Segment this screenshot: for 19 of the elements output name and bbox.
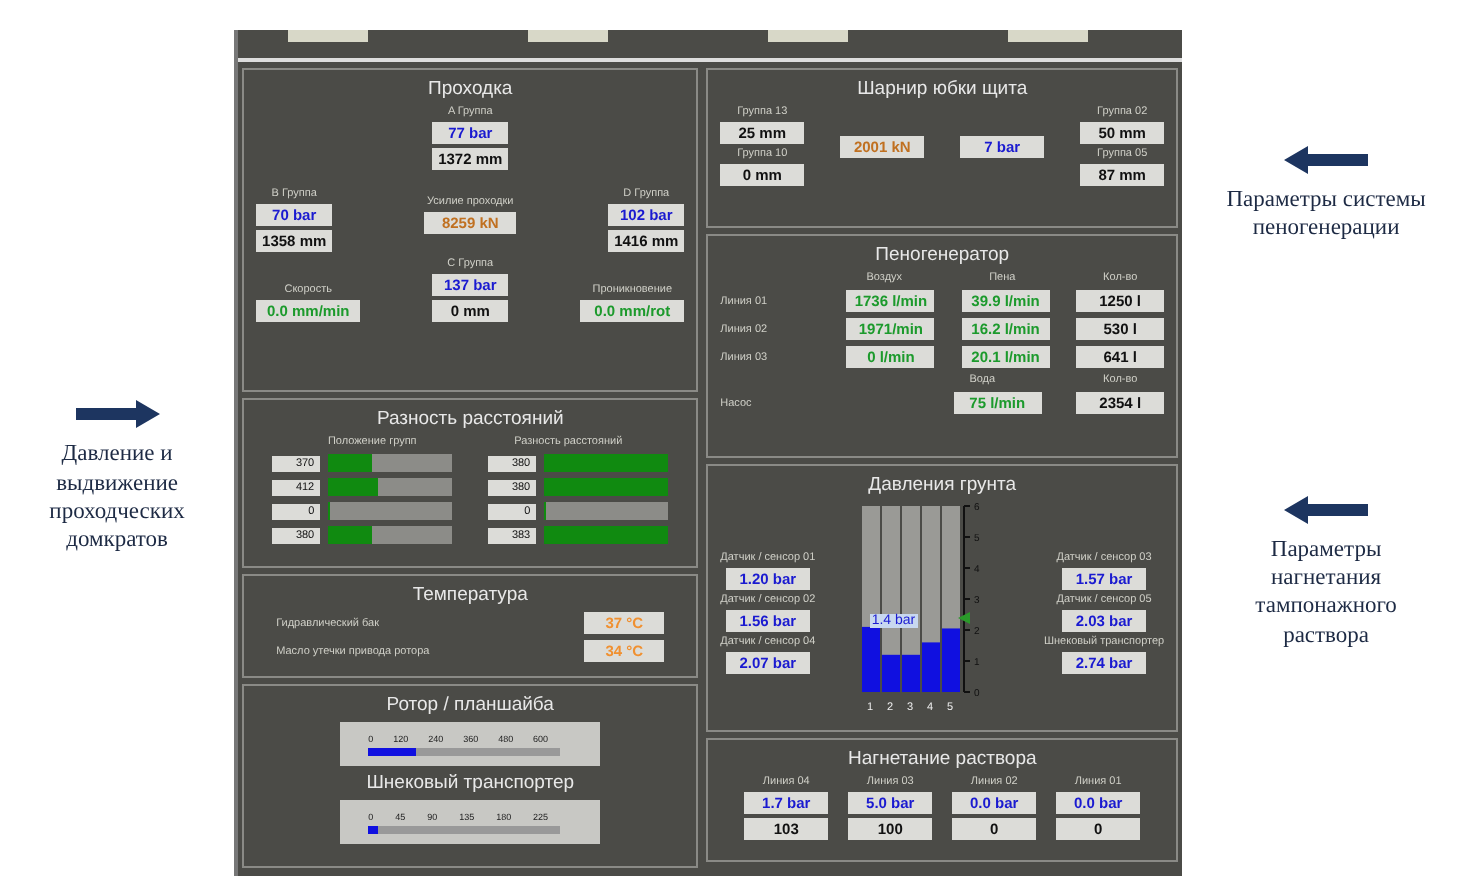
panel-title: Проходка xyxy=(428,78,513,100)
annotation-text: Параметры системы пеногенерации xyxy=(1226,185,1427,244)
marker-icon xyxy=(957,612,970,624)
chart-bar xyxy=(901,654,920,692)
left-arrow-icon xyxy=(1284,145,1369,174)
right-arrow-icon xyxy=(75,400,160,429)
panel-title: Пеногенератор xyxy=(875,244,1010,266)
panel-title: Шарнир юбки щита xyxy=(857,78,1028,100)
chart-bar xyxy=(941,628,960,692)
left-arrow-icon xyxy=(1284,495,1369,524)
panel-title: Шнековый транспортер xyxy=(366,772,575,794)
panel-title: Давления грунта xyxy=(868,474,1017,496)
annotation-text: Давление и выдвижение проходческих домкратов xyxy=(47,440,187,556)
panel-title: Температура xyxy=(412,584,528,606)
annotation-text: Параметры нагнетания тампонажного раствора xyxy=(1253,535,1399,651)
panel-title: Нагнетание раствора xyxy=(847,748,1037,770)
chart-bar xyxy=(921,642,940,692)
panel-title: Разность расстояний xyxy=(376,408,564,430)
panel-title: Ротор / планшайба xyxy=(386,694,554,716)
